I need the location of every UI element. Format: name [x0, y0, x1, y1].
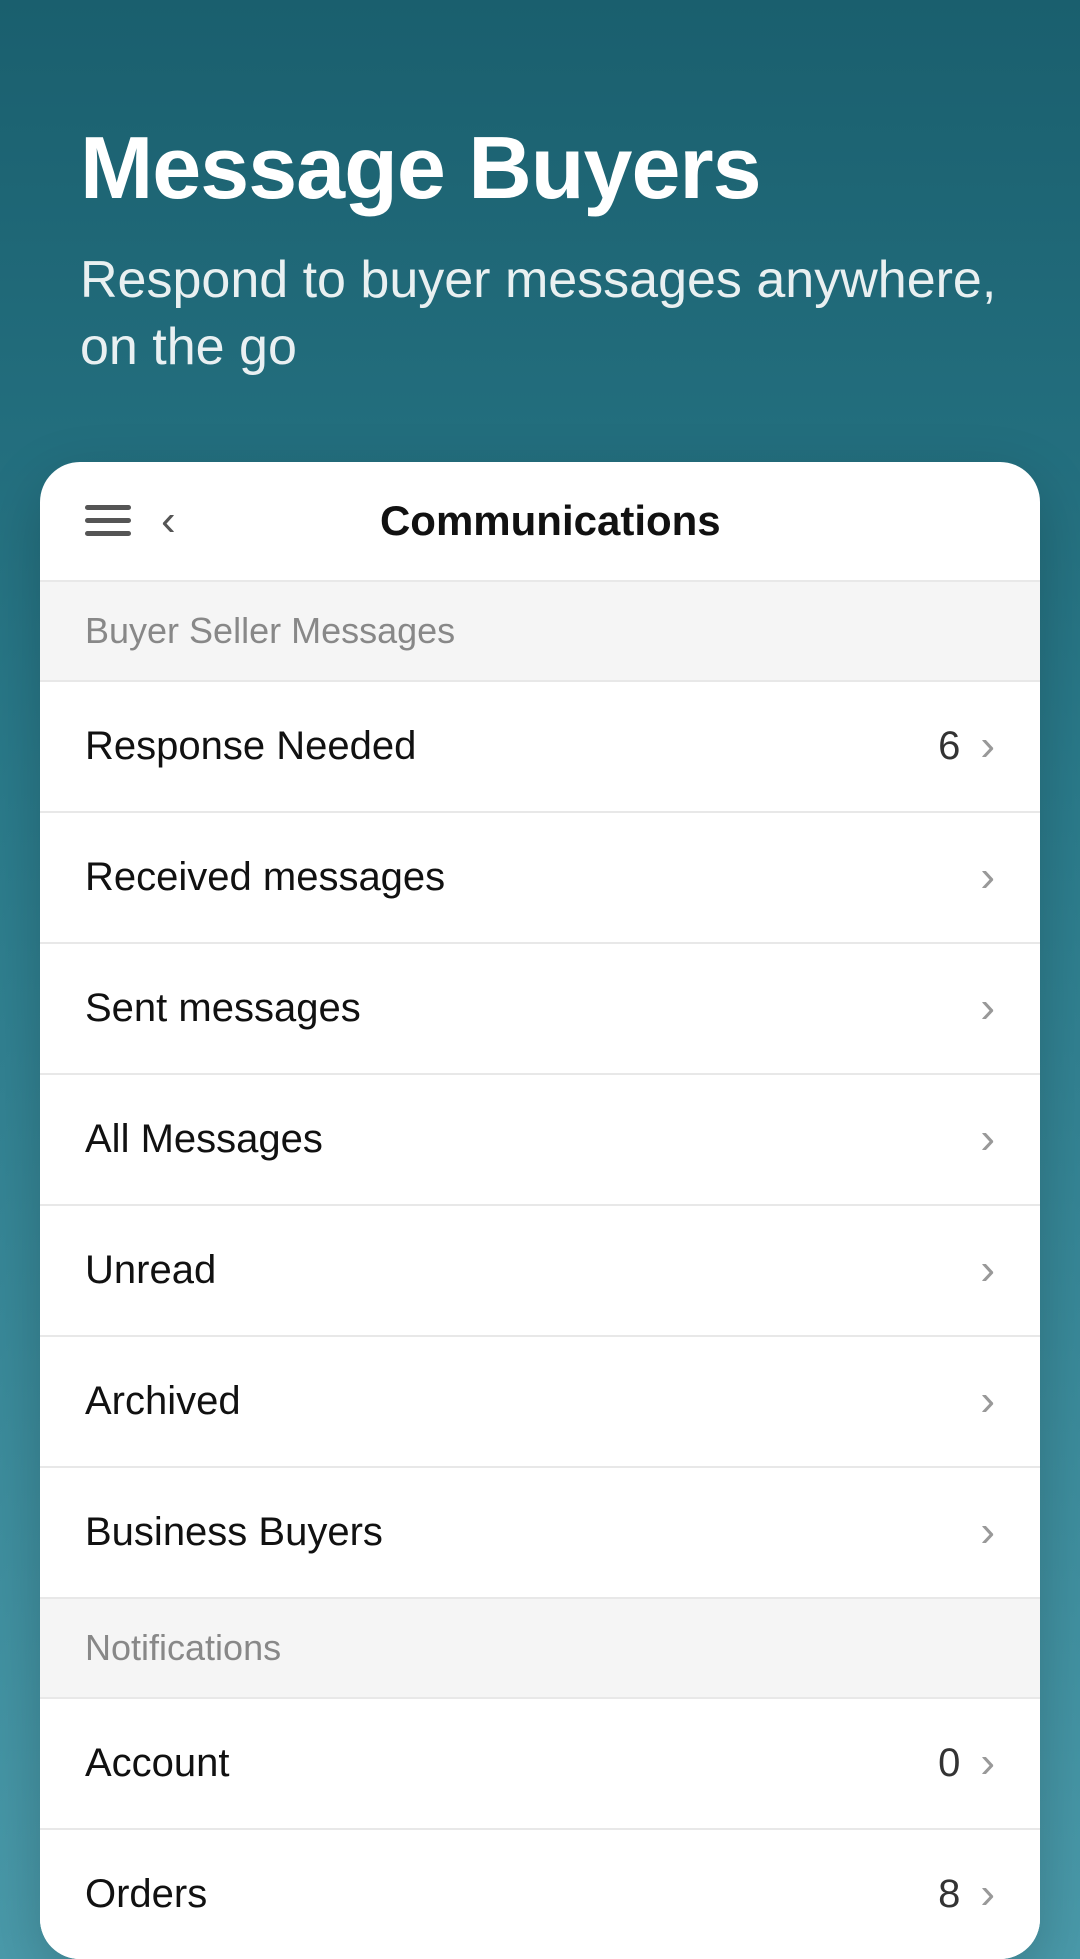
item-right-10: 8› — [938, 1872, 995, 1917]
item-right-5: › — [980, 1248, 995, 1292]
main-title: Message Buyers — [80, 120, 1000, 217]
list-container: Buyer Seller MessagesResponse Needed6›Re… — [40, 582, 1040, 1959]
list-item-unread[interactable]: Unread › — [40, 1206, 1040, 1337]
item-label-2: Received messages — [85, 855, 445, 900]
item-left-9: Account — [85, 1741, 230, 1786]
list-item-orders[interactable]: Orders8› — [40, 1830, 1040, 1959]
list-item-response-needed[interactable]: Response Needed6› — [40, 682, 1040, 813]
chevron-right-icon-5: › — [980, 1248, 995, 1292]
item-right-9: 0› — [938, 1741, 995, 1786]
item-label-9: Account — [85, 1741, 230, 1786]
chevron-right-icon-10: › — [980, 1872, 995, 1916]
item-left-3: Sent messages — [85, 986, 361, 1031]
header-section: Message Buyers Respond to buyer messages… — [0, 0, 1080, 442]
item-label-3: Sent messages — [85, 986, 361, 1031]
item-label-5: Unread — [85, 1248, 216, 1293]
chevron-right-icon-1: › — [980, 724, 995, 768]
chevron-right-icon-6: › — [980, 1379, 995, 1423]
item-right-2: › — [980, 855, 995, 899]
item-label-7: Business Buyers — [85, 1510, 383, 1555]
hamburger-menu-button[interactable] — [85, 505, 131, 536]
item-count-10: 8 — [938, 1872, 960, 1917]
item-label-4: All Messages — [85, 1117, 323, 1162]
back-button[interactable]: ‹ — [161, 499, 176, 543]
section-header-8: Notifications — [40, 1599, 1040, 1699]
item-label-10: Orders — [85, 1872, 207, 1917]
item-count-9: 0 — [938, 1741, 960, 1786]
list-item-business-buyers[interactable]: Business Buyers › — [40, 1468, 1040, 1599]
list-item-sent-messages[interactable]: Sent messages › — [40, 944, 1040, 1075]
chevron-right-icon-3: › — [980, 986, 995, 1030]
item-left-1: Response Needed — [85, 724, 416, 769]
list-item-archived[interactable]: Archived › — [40, 1337, 1040, 1468]
item-label-1: Response Needed — [85, 724, 416, 769]
nav-bar: ‹ Communications — [40, 462, 1040, 582]
chevron-right-icon-9: › — [980, 1741, 995, 1785]
item-left-4: All Messages — [85, 1117, 323, 1162]
nav-title: Communications — [196, 497, 905, 545]
list-item-received-messages[interactable]: Received messages › — [40, 813, 1040, 944]
item-label-6: Archived — [85, 1379, 241, 1424]
item-left-7: Business Buyers — [85, 1510, 383, 1555]
item-right-4: › — [980, 1117, 995, 1161]
item-right-6: › — [980, 1379, 995, 1423]
item-right-1: 6› — [938, 724, 995, 769]
item-left-2: Received messages — [85, 855, 445, 900]
item-left-5: Unread — [85, 1248, 216, 1293]
chevron-right-icon-7: › — [980, 1510, 995, 1554]
main-card: ‹ Communications Buyer Seller Messages Re… — [40, 462, 1040, 1959]
item-left-10: Orders — [85, 1872, 207, 1917]
list-item-account[interactable]: Account0› — [40, 1699, 1040, 1830]
section-header-0: Buyer Seller Messages — [40, 582, 1040, 682]
section-header-label-0: Buyer Seller Messages — [85, 610, 455, 651]
item-left-6: Archived — [85, 1379, 241, 1424]
item-right-3: › — [980, 986, 995, 1030]
item-count-1: 6 — [938, 724, 960, 769]
list-item-all-messages[interactable]: All Messages › — [40, 1075, 1040, 1206]
subtitle: Respond to buyer messages anywhere, on t… — [80, 247, 1000, 382]
section-header-label-8: Notifications — [85, 1627, 281, 1668]
chevron-right-icon-2: › — [980, 855, 995, 899]
item-right-7: › — [980, 1510, 995, 1554]
chevron-right-icon-4: › — [980, 1117, 995, 1161]
